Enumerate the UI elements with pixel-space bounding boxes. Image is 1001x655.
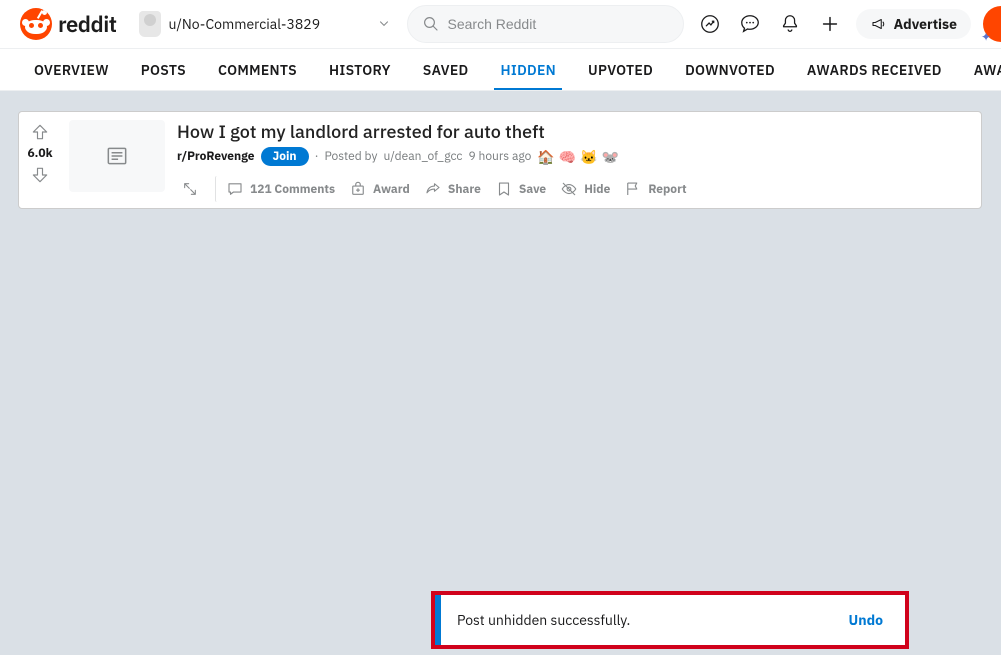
award-icon[interactable]: 🐱 — [580, 148, 597, 166]
expand-button[interactable] — [177, 176, 203, 202]
user-menu[interactable] — [983, 6, 1001, 42]
award-button[interactable]: Award — [343, 176, 416, 202]
post-actions: 121 Comments Award Share Save Hide — [177, 176, 973, 202]
post-thumbnail[interactable] — [69, 120, 165, 192]
post-meta: r/ProRevenge Join · Posted by u/dean_of_… — [177, 147, 973, 166]
search-input[interactable] — [448, 16, 669, 32]
profile-tabs: OVERVIEW POSTS COMMENTS HISTORY SAVED HI… — [0, 49, 1001, 91]
avatar-icon — [139, 11, 161, 37]
upvote-button[interactable] — [28, 120, 52, 144]
author-link[interactable]: u/dean_of_gcc — [383, 149, 462, 164]
location-label: u/No-Commercial-3829 — [169, 15, 321, 33]
report-button[interactable]: Report — [618, 176, 692, 202]
megaphone-icon — [870, 15, 888, 33]
join-button[interactable]: Join — [261, 147, 309, 166]
downvote-button[interactable] — [28, 163, 52, 187]
tab-saved[interactable]: SAVED — [417, 51, 475, 89]
tab-downvoted[interactable]: DOWNVOTED — [679, 51, 781, 89]
reddit-wordmark: reddit — [58, 10, 117, 39]
notifications-icon[interactable] — [772, 6, 808, 42]
vote-score: 6.0k — [27, 146, 52, 161]
subreddit-link[interactable]: r/ProRevenge — [177, 149, 255, 164]
toast-message: Post unhidden successfully. — [441, 611, 841, 629]
create-post-icon[interactable] — [812, 6, 848, 42]
award-icon[interactable]: 🐭 — [602, 148, 619, 166]
popular-icon[interactable] — [692, 6, 728, 42]
tab-comments[interactable]: COMMENTS — [212, 51, 303, 89]
location-dropdown[interactable]: u/No-Commercial-3829 — [139, 11, 399, 37]
header-actions: Advertise — [692, 6, 985, 42]
toast-undo-button[interactable]: Undo — [841, 611, 905, 629]
post-body: How I got my landlord arrested for auto … — [173, 112, 981, 208]
tab-upvoted[interactable]: UPVOTED — [582, 51, 659, 89]
posted-by-prefix: Posted by — [324, 149, 377, 164]
award-icon[interactable]: 🧠 — [559, 148, 576, 166]
save-button[interactable]: Save — [489, 176, 552, 202]
awards-row[interactable]: 🏠 🧠 🐱 🐭 — [537, 148, 619, 166]
post-title[interactable]: How I got my landlord arrested for auto … — [177, 120, 973, 143]
share-button[interactable]: Share — [418, 176, 487, 202]
reddit-snoo-icon — [20, 8, 52, 40]
tab-awards-given[interactable]: AWARDS GIVEN — [968, 51, 1001, 89]
hide-button[interactable]: Hide — [554, 176, 616, 202]
advertise-label: Advertise — [894, 15, 957, 33]
chevron-down-icon — [377, 17, 391, 31]
comments-button[interactable]: 121 Comments — [215, 176, 341, 202]
content-area: 6.0k How I got my landlord arrested for … — [0, 91, 1001, 229]
tab-hidden[interactable]: HIDDEN — [494, 51, 562, 90]
tab-posts[interactable]: POSTS — [135, 51, 192, 89]
post-age: 9 hours ago — [468, 149, 531, 164]
search-bar[interactable] — [407, 5, 684, 43]
post-card[interactable]: 6.0k How I got my landlord arrested for … — [18, 111, 982, 209]
top-bar: reddit u/No-Commercial-3829 A — [0, 0, 1001, 49]
chat-icon[interactable] — [732, 6, 768, 42]
reddit-logo[interactable]: reddit — [20, 8, 117, 40]
tab-awards-received[interactable]: AWARDS RECEIVED — [801, 51, 948, 89]
search-icon — [422, 15, 440, 33]
advertise-button[interactable]: Advertise — [856, 9, 971, 39]
toast-notification: Post unhidden successfully. Undo — [431, 591, 909, 649]
tab-history[interactable]: HISTORY — [323, 51, 397, 89]
award-icon[interactable]: 🏠 — [537, 148, 554, 166]
vote-column: 6.0k — [19, 112, 61, 208]
tab-overview[interactable]: OVERVIEW — [28, 51, 115, 89]
